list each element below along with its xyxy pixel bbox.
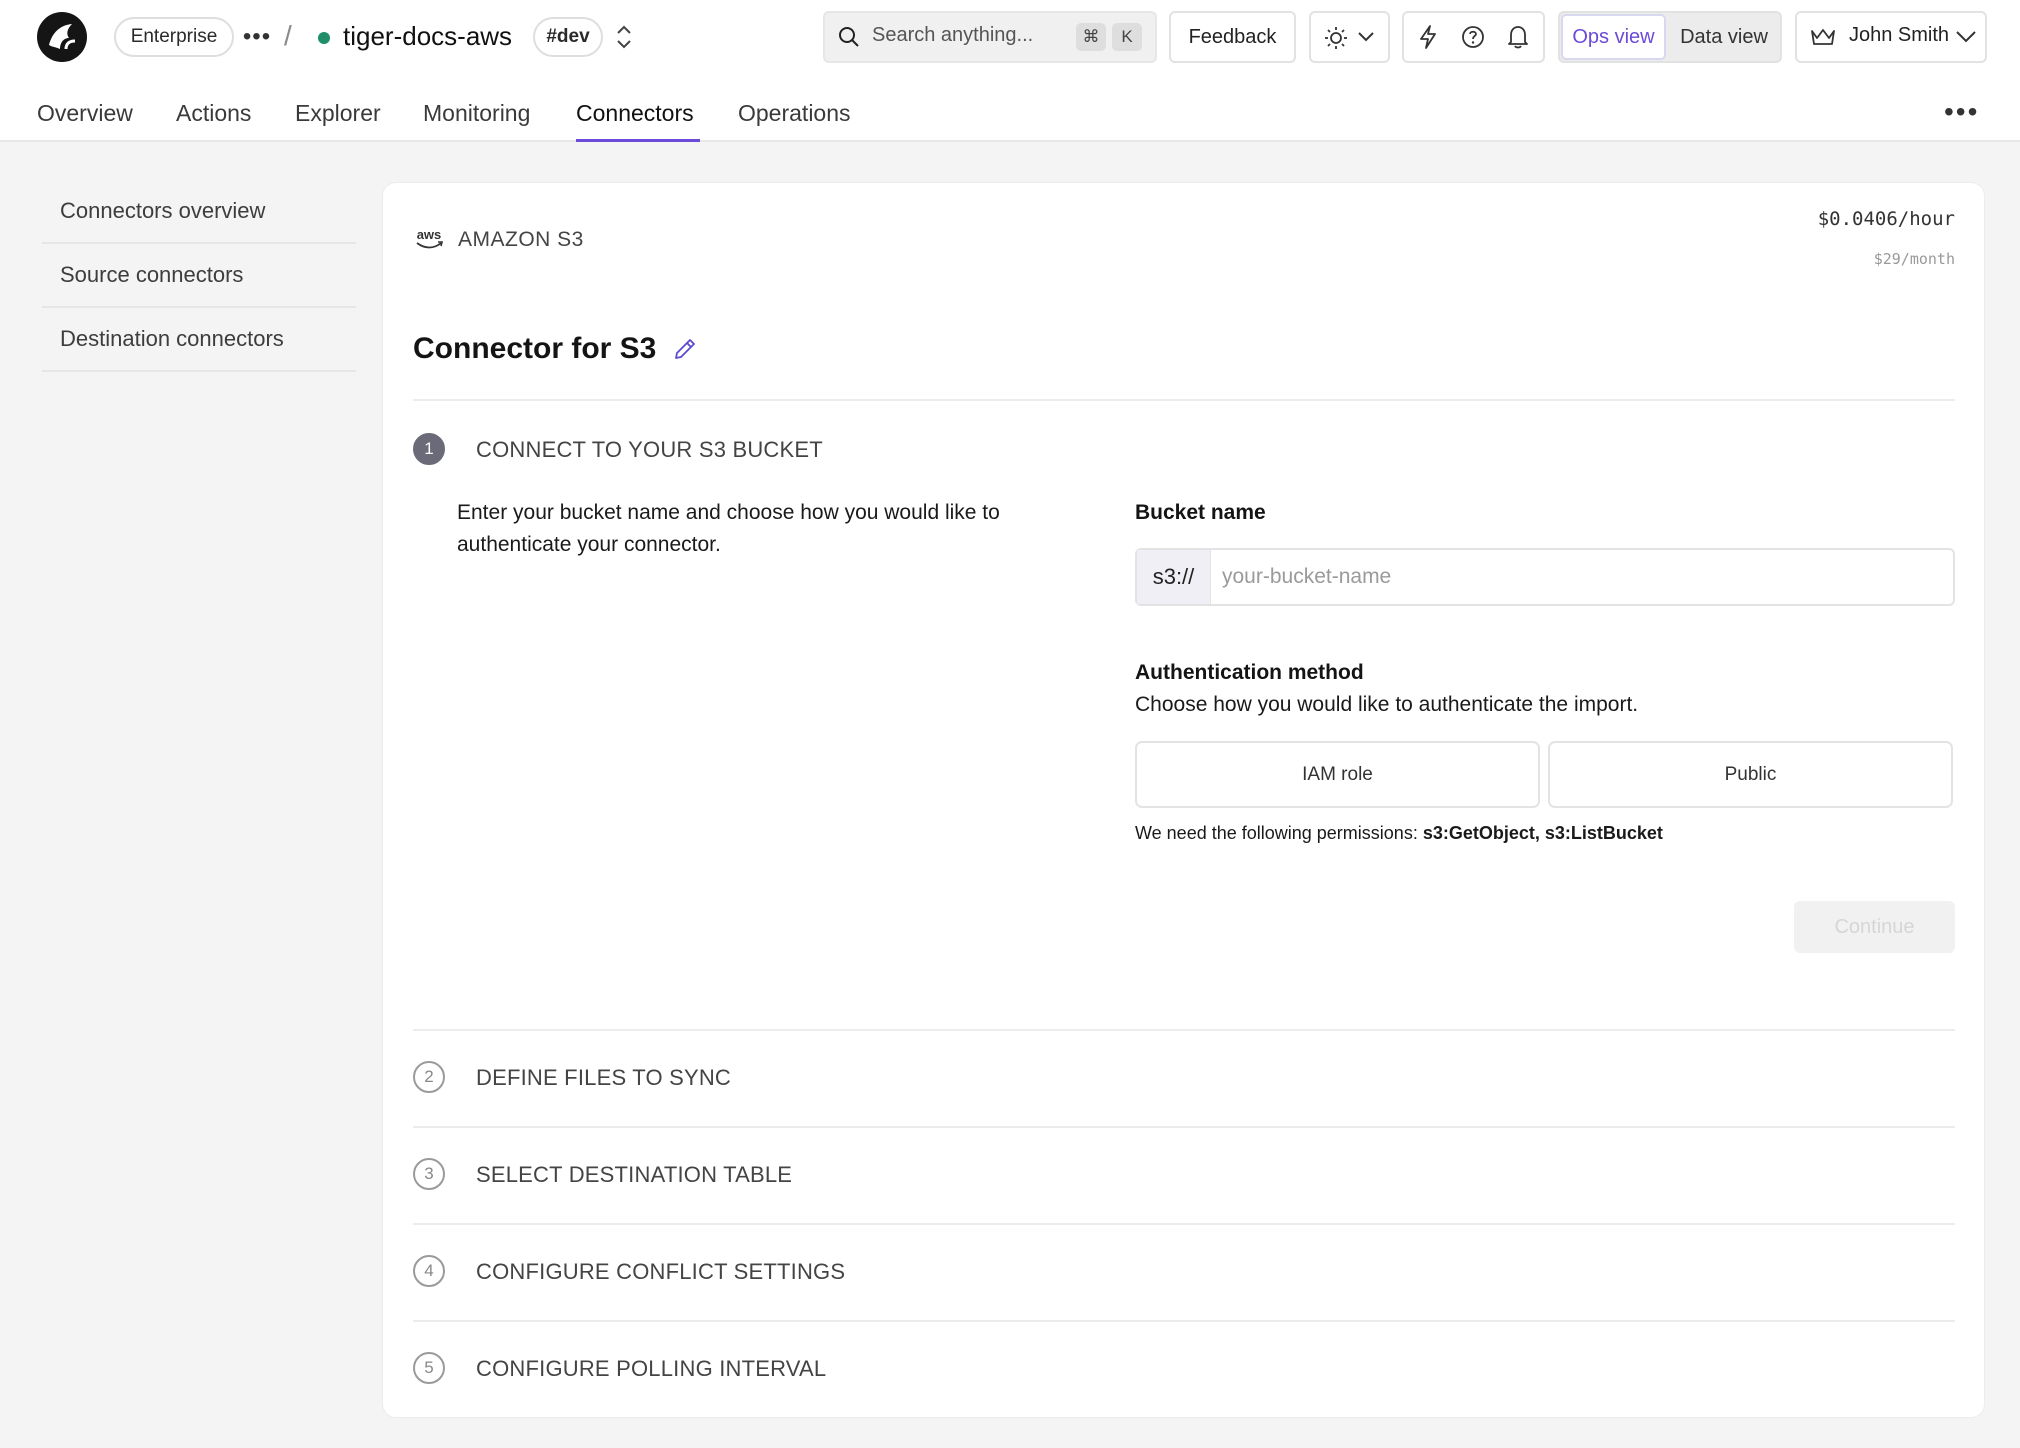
help-icon[interactable] bbox=[1461, 25, 1485, 49]
feedback-button[interactable]: Feedback bbox=[1169, 11, 1296, 63]
step-description: Enter your bucket name and choose how yo… bbox=[457, 501, 1000, 556]
more-menu-button[interactable]: ••• bbox=[1944, 96, 1979, 128]
tab-operations[interactable]: Operations bbox=[738, 100, 851, 127]
step-number-2: 2 bbox=[413, 1061, 445, 1093]
sidebar-item-label: Connectors overview bbox=[60, 198, 266, 223]
auth-option-label: Public bbox=[1724, 763, 1777, 785]
step-number-4: 4 bbox=[413, 1255, 445, 1287]
feedback-label: Feedback bbox=[1188, 25, 1277, 48]
tab-monitoring[interactable]: Monitoring bbox=[423, 100, 530, 127]
sidebar-item-label: Source connectors bbox=[60, 262, 244, 287]
step-number-text: 5 bbox=[424, 1358, 434, 1377]
tab-actions[interactable]: Actions bbox=[176, 100, 251, 127]
shortcut-key: K bbox=[1112, 23, 1142, 51]
tab-overview[interactable]: Overview bbox=[37, 100, 133, 127]
status-dot bbox=[318, 32, 330, 44]
logo-icon[interactable] bbox=[36, 11, 88, 63]
step-title-3[interactable]: SELECT DESTINATION TABLE bbox=[476, 1162, 792, 1188]
step-title-2[interactable]: DEFINE FILES TO SYNC bbox=[476, 1065, 731, 1091]
price-monthly: $29/month bbox=[1873, 250, 1955, 268]
connector-title: Connector for S3 bbox=[413, 332, 657, 365]
sidebar-item-destination-connectors[interactable]: Destination connectors bbox=[42, 308, 356, 372]
search-input[interactable]: Search anything... bbox=[872, 24, 1033, 47]
svg-text:aws: aws bbox=[417, 227, 442, 242]
crown-icon bbox=[1811, 29, 1835, 45]
chevron-down-icon bbox=[1358, 32, 1374, 42]
step-number-text: 3 bbox=[424, 1164, 434, 1183]
user-name: John Smith bbox=[1849, 24, 1950, 46]
breadcrumb-separator: / bbox=[284, 20, 292, 51]
continue-label: Continue bbox=[1834, 915, 1915, 938]
step-title-1[interactable]: CONNECT TO YOUR S3 BUCKET bbox=[476, 437, 823, 463]
theme-toggle-button[interactable] bbox=[1309, 11, 1390, 63]
step-number-1: 1 bbox=[413, 433, 445, 465]
step-number-5: 5 bbox=[413, 1352, 445, 1384]
auth-method-label: Authentication method bbox=[1135, 661, 1364, 684]
sun-icon bbox=[1325, 27, 1347, 49]
auth-method-subtitle: Choose how you would like to authenticat… bbox=[1135, 693, 1639, 716]
divider bbox=[413, 399, 1955, 401]
divider bbox=[413, 1126, 1955, 1128]
step-number-text: 4 bbox=[424, 1261, 434, 1280]
provider-name: AMAZON S3 bbox=[458, 228, 584, 251]
sidebar-item-label: Destination connectors bbox=[60, 326, 284, 351]
step-title-5[interactable]: CONFIGURE POLLING INTERVAL bbox=[476, 1356, 826, 1382]
chevron-down-icon bbox=[1956, 31, 1976, 43]
active-tab-indicator bbox=[576, 139, 700, 142]
divider bbox=[413, 1320, 1955, 1322]
ops-view-button[interactable]: Ops view bbox=[1561, 14, 1666, 60]
bucket-name-label: Bucket name bbox=[1135, 501, 1266, 524]
shortcut-cmd: ⌘ bbox=[1076, 23, 1106, 51]
aws-logo-icon: aws bbox=[416, 227, 444, 249]
price-hourly: $0.0406/hour bbox=[1817, 208, 1955, 230]
org-badge[interactable]: Enterprise bbox=[114, 17, 234, 57]
step-title-4[interactable]: CONFIGURE CONFLICT SETTINGS bbox=[476, 1259, 845, 1285]
bucket-prefix: s3:// bbox=[1137, 550, 1211, 604]
tab-connectors[interactable]: Connectors bbox=[576, 100, 694, 127]
sidebar-item-connectors-overview[interactable]: Connectors overview bbox=[42, 180, 356, 244]
auth-option-iam-role[interactable]: IAM role bbox=[1135, 741, 1540, 808]
tab-explorer[interactable]: Explorer bbox=[295, 100, 381, 127]
env-tag-label: #dev bbox=[546, 26, 590, 47]
chevron-updown-icon[interactable] bbox=[612, 22, 636, 52]
env-tag[interactable]: #dev bbox=[533, 17, 603, 57]
project-name[interactable]: tiger-docs-aws bbox=[343, 21, 512, 52]
continue-button[interactable]: Continue bbox=[1794, 901, 1955, 953]
data-view-label: Data view bbox=[1680, 25, 1768, 48]
ops-view-label: Ops view bbox=[1572, 25, 1655, 48]
step-number-3: 3 bbox=[413, 1158, 445, 1190]
org-badge-label: Enterprise bbox=[130, 26, 218, 47]
permissions-list: s3:GetObject, s3:ListBucket bbox=[1422, 823, 1663, 843]
bolt-icon[interactable] bbox=[1417, 24, 1439, 50]
search-icon bbox=[839, 27, 859, 47]
bucket-prefix-text: s3:// bbox=[1152, 564, 1195, 589]
bucket-name-input[interactable] bbox=[1212, 550, 1952, 604]
step-number-text: 1 bbox=[424, 439, 434, 458]
divider bbox=[413, 1223, 1955, 1225]
auth-option-public[interactable]: Public bbox=[1548, 741, 1953, 808]
permissions-note: We need the following permissions: s3:Ge… bbox=[1135, 823, 1663, 844]
breadcrumb-more-button[interactable]: ••• bbox=[242, 18, 272, 56]
bell-icon[interactable] bbox=[1507, 24, 1529, 50]
pencil-icon[interactable] bbox=[672, 336, 698, 362]
sidebar-item-source-connectors[interactable]: Source connectors bbox=[42, 244, 356, 308]
data-view-button[interactable]: Data view bbox=[1670, 14, 1778, 60]
divider bbox=[413, 1029, 1955, 1031]
auth-option-label: IAM role bbox=[1302, 763, 1373, 785]
step-number-text: 2 bbox=[424, 1067, 434, 1086]
permissions-text: We need the following permissions: bbox=[1135, 823, 1423, 843]
